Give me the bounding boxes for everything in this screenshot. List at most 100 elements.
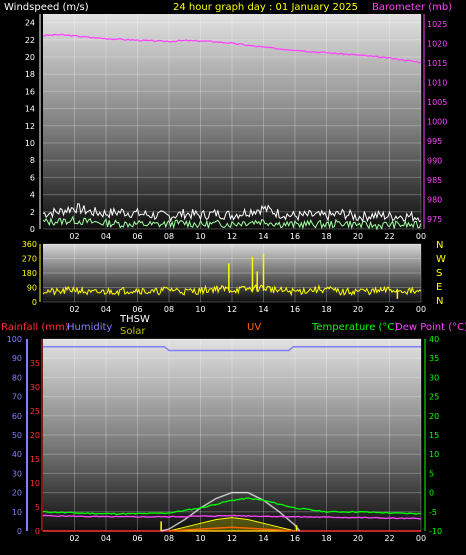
baro-y-tick-label: 985 <box>427 176 442 185</box>
chart-title: 24 hour graph day : 01 January 2025 <box>173 2 358 13</box>
temp-y-tick-label: 5 <box>429 469 434 478</box>
baro-y-tick-label: 990 <box>427 157 442 166</box>
baro-y-tick-label: 1020 <box>427 39 447 48</box>
rain-y-tick-label: 0 <box>35 527 40 536</box>
hum-y-tick-label: 10 <box>12 508 22 517</box>
temp-x-tick-label: 04 <box>101 534 111 543</box>
rain-y-tick-label: 30 <box>30 383 40 392</box>
dir-x-tick-label: 18 <box>321 305 331 314</box>
temp-y-tick-label: 30 <box>429 373 439 382</box>
wind-y-tick-label: 18 <box>25 70 35 79</box>
dir-x-tick-label: 08 <box>164 305 174 314</box>
dir-y-tick-label: 90 <box>27 284 37 293</box>
temp-x-tick-label: 02 <box>69 534 79 543</box>
wind-y-tick-label: 16 <box>25 87 35 96</box>
legend-temperature: Temperature (°C) <box>311 322 398 333</box>
dir-y-tick-label: 0 <box>32 298 37 307</box>
hum-y-tick-label: 0 <box>17 527 22 536</box>
weather-chart: Windspeed (m/s) 24 hour graph day : 01 J… <box>1 2 466 543</box>
temp-y-tick-label: 35 <box>429 354 439 363</box>
wind-x-tick-label: 12 <box>227 232 237 241</box>
rain-y-tick-label: 35 <box>30 359 40 368</box>
wind-y-tick-label: 24 <box>25 19 35 28</box>
baro-y-tick-label: 1015 <box>427 59 447 68</box>
hum-y-tick-label: 90 <box>12 354 22 363</box>
wind-x-tick-label: 22 <box>384 232 394 241</box>
temp-x-tick-label: 06 <box>132 534 142 543</box>
temp-x-tick-label: 20 <box>353 534 363 543</box>
direction-letter-w: W <box>436 254 446 265</box>
direction-letter-n-top: N <box>436 240 443 251</box>
temp-y-tick-label: 25 <box>429 393 439 402</box>
wind-y-tick-label: 2 <box>30 208 35 217</box>
wind-x-tick-label: 02 <box>69 232 79 241</box>
legend-solar: Solar <box>120 326 146 337</box>
legend-uv: UV <box>247 322 261 333</box>
temp-x-tick-label: 18 <box>321 534 331 543</box>
hum-y-tick-label: 50 <box>12 431 22 440</box>
temp-x-tick-label: 10 <box>195 534 205 543</box>
wind-x-tick-label: 06 <box>132 232 142 241</box>
rain-y-tick-label: 10 <box>30 479 40 488</box>
wind-x-tick-label: 14 <box>258 232 268 241</box>
wind-x-tick-label: 10 <box>195 232 205 241</box>
direction-letter-s: S <box>436 268 442 279</box>
wind-y-tick-label: 6 <box>30 173 35 182</box>
wind-x-tick-label: 18 <box>321 232 331 241</box>
wind-x-tick-label: 04 <box>101 232 111 241</box>
wind-x-tick-label: 00 <box>416 232 426 241</box>
hum-y-tick-label: 20 <box>12 489 22 498</box>
rain-y-tick-label: 5 <box>35 503 40 512</box>
hum-y-tick-label: 60 <box>12 412 22 421</box>
legend-humidity: Humidity <box>67 322 112 333</box>
baro-y-tick-label: 1010 <box>427 78 447 87</box>
hum-y-tick-label: 30 <box>12 469 22 478</box>
temp-x-tick-label: 16 <box>290 534 300 543</box>
wind-y-tick-label: 8 <box>30 156 35 165</box>
wind-y-tick-label: 22 <box>25 36 35 45</box>
wind-y-tick-label: 12 <box>25 122 35 131</box>
hum-y-tick-label: 70 <box>12 393 22 402</box>
dir-y-tick-label: 270 <box>22 255 37 264</box>
wind-x-tick-label: 08 <box>164 232 174 241</box>
temp-y-tick-label: -10 <box>429 527 442 536</box>
dir-x-tick-label: 10 <box>195 305 205 314</box>
legend-thsw: THSW <box>119 314 150 325</box>
wind-y-tick-label: 4 <box>30 191 35 200</box>
temp-y-tick-label: 20 <box>429 412 439 421</box>
temp-y-tick-label: 40 <box>429 335 439 344</box>
windspeed-axis-title: Windspeed (m/s) <box>4 2 89 13</box>
baro-y-tick-label: 975 <box>427 215 442 224</box>
dir-x-tick-label: 14 <box>258 305 268 314</box>
wind-x-tick-label: 20 <box>353 232 363 241</box>
temp-x-tick-label: 12 <box>227 534 237 543</box>
legend-dewpoint: Dew Point (°C) <box>395 322 466 333</box>
direction-letter-n-bottom: N <box>436 296 443 307</box>
hum-y-tick-label: 100 <box>7 335 22 344</box>
dir-y-tick-label: 180 <box>22 269 37 278</box>
dir-x-tick-label: 06 <box>132 305 142 314</box>
wind-y-tick-label: 0 <box>30 225 35 234</box>
hum-y-tick-label: 80 <box>12 373 22 382</box>
temp-x-tick-label: 22 <box>384 534 394 543</box>
dir-x-tick-label: 16 <box>290 305 300 314</box>
hum-y-tick-label: 40 <box>12 450 22 459</box>
baro-y-tick-label: 1025 <box>427 20 447 29</box>
rain-y-tick-label: 15 <box>30 455 40 464</box>
direction-letter-e: E <box>436 282 442 293</box>
temp-x-tick-label: 14 <box>258 534 268 543</box>
wind-x-tick-label: 16 <box>290 232 300 241</box>
direction-letters: N W S E N <box>436 240 446 307</box>
dir-y-tick-label: 360 <box>22 240 37 249</box>
temp-y-tick-label: 0 <box>429 489 434 498</box>
dir-x-tick-label: 12 <box>227 305 237 314</box>
temp-y-tick-label: -5 <box>429 508 437 517</box>
rain-y-tick-label: 25 <box>30 407 40 416</box>
wind-y-tick-label: 10 <box>25 139 35 148</box>
wind-y-tick-label: 14 <box>25 105 35 114</box>
rain-y-tick-label: 20 <box>30 431 40 440</box>
legend-rainfall: Rainfall (mm) <box>1 322 69 333</box>
temp-y-tick-label: 10 <box>429 450 439 459</box>
barometer-axis-title: Barometer (mb) <box>372 2 452 13</box>
temp-x-tick-label: 00 <box>416 534 426 543</box>
